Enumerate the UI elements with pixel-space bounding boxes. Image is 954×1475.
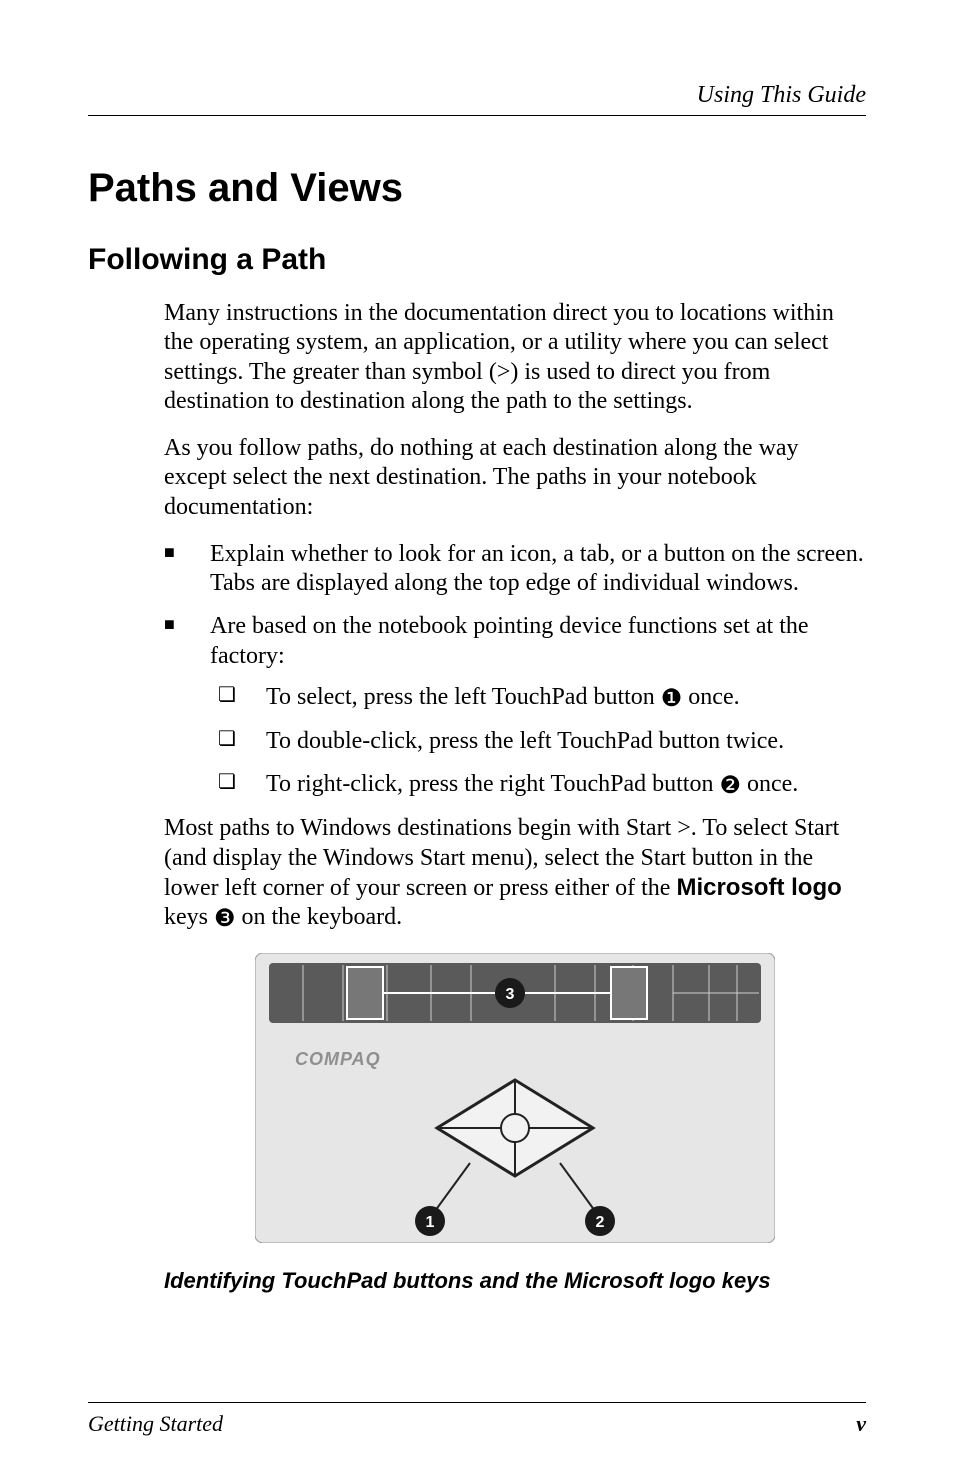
callout-1-icon: ❶ [661,684,683,713]
list-item: To double-click, press the left TouchPad… [210,727,866,756]
paragraph: Most paths to Windows destinations begin… [164,814,866,933]
footer-left: Getting Started [88,1411,223,1437]
section-heading: Following a Path [88,243,866,277]
list-item: Are based on the notebook pointing devic… [164,612,866,800]
header-rule [88,115,866,116]
callout-3-icon: ❸ [214,904,236,933]
svg-text:2: 2 [596,1214,605,1231]
bullet-list: Explain whether to look for an icon, a t… [164,540,866,801]
sub-bullet-list: To select, press the left TouchPad butto… [210,683,866,800]
figure-caption: Identifying TouchPad buttons and the Mic… [164,1268,866,1294]
touchpad-diagram: 3 COMPAQ 1 2 [255,953,775,1243]
list-item: To select, press the left TouchPad butto… [210,683,866,713]
list-item: To right-click, press the right TouchPad… [210,770,866,800]
paragraph: As you follow paths, do nothing at each … [164,434,866,522]
list-item-text: To select, press the left TouchPad butto… [266,684,661,710]
footer: Getting Started v [88,1411,866,1437]
footer-right: v [856,1411,866,1437]
footer-rule [88,1402,866,1403]
svg-text:3: 3 [506,986,515,1003]
paragraph-text: keys [164,904,214,930]
list-item-text: Are based on the notebook pointing devic… [210,613,809,668]
paragraph-text: on the keyboard. [236,904,403,930]
list-item-text: To right-click, press the right TouchPad… [266,771,719,797]
bold-term: Microsoft logo [676,874,841,901]
callout-2-icon: ❷ [719,771,741,800]
list-item-text: once. [682,684,739,710]
list-item: Explain whether to look for an icon, a t… [164,540,866,599]
body-content: Many instructions in the documentation d… [88,299,866,1294]
svg-text:COMPAQ: COMPAQ [295,1049,381,1069]
svg-text:1: 1 [426,1214,435,1231]
figure: 3 COMPAQ 1 2 [164,953,866,1248]
page-title: Paths and Views [88,166,866,211]
list-item-text: once. [741,771,798,797]
running-header: Using This Guide [88,82,866,109]
paragraph: Many instructions in the documentation d… [164,299,866,416]
